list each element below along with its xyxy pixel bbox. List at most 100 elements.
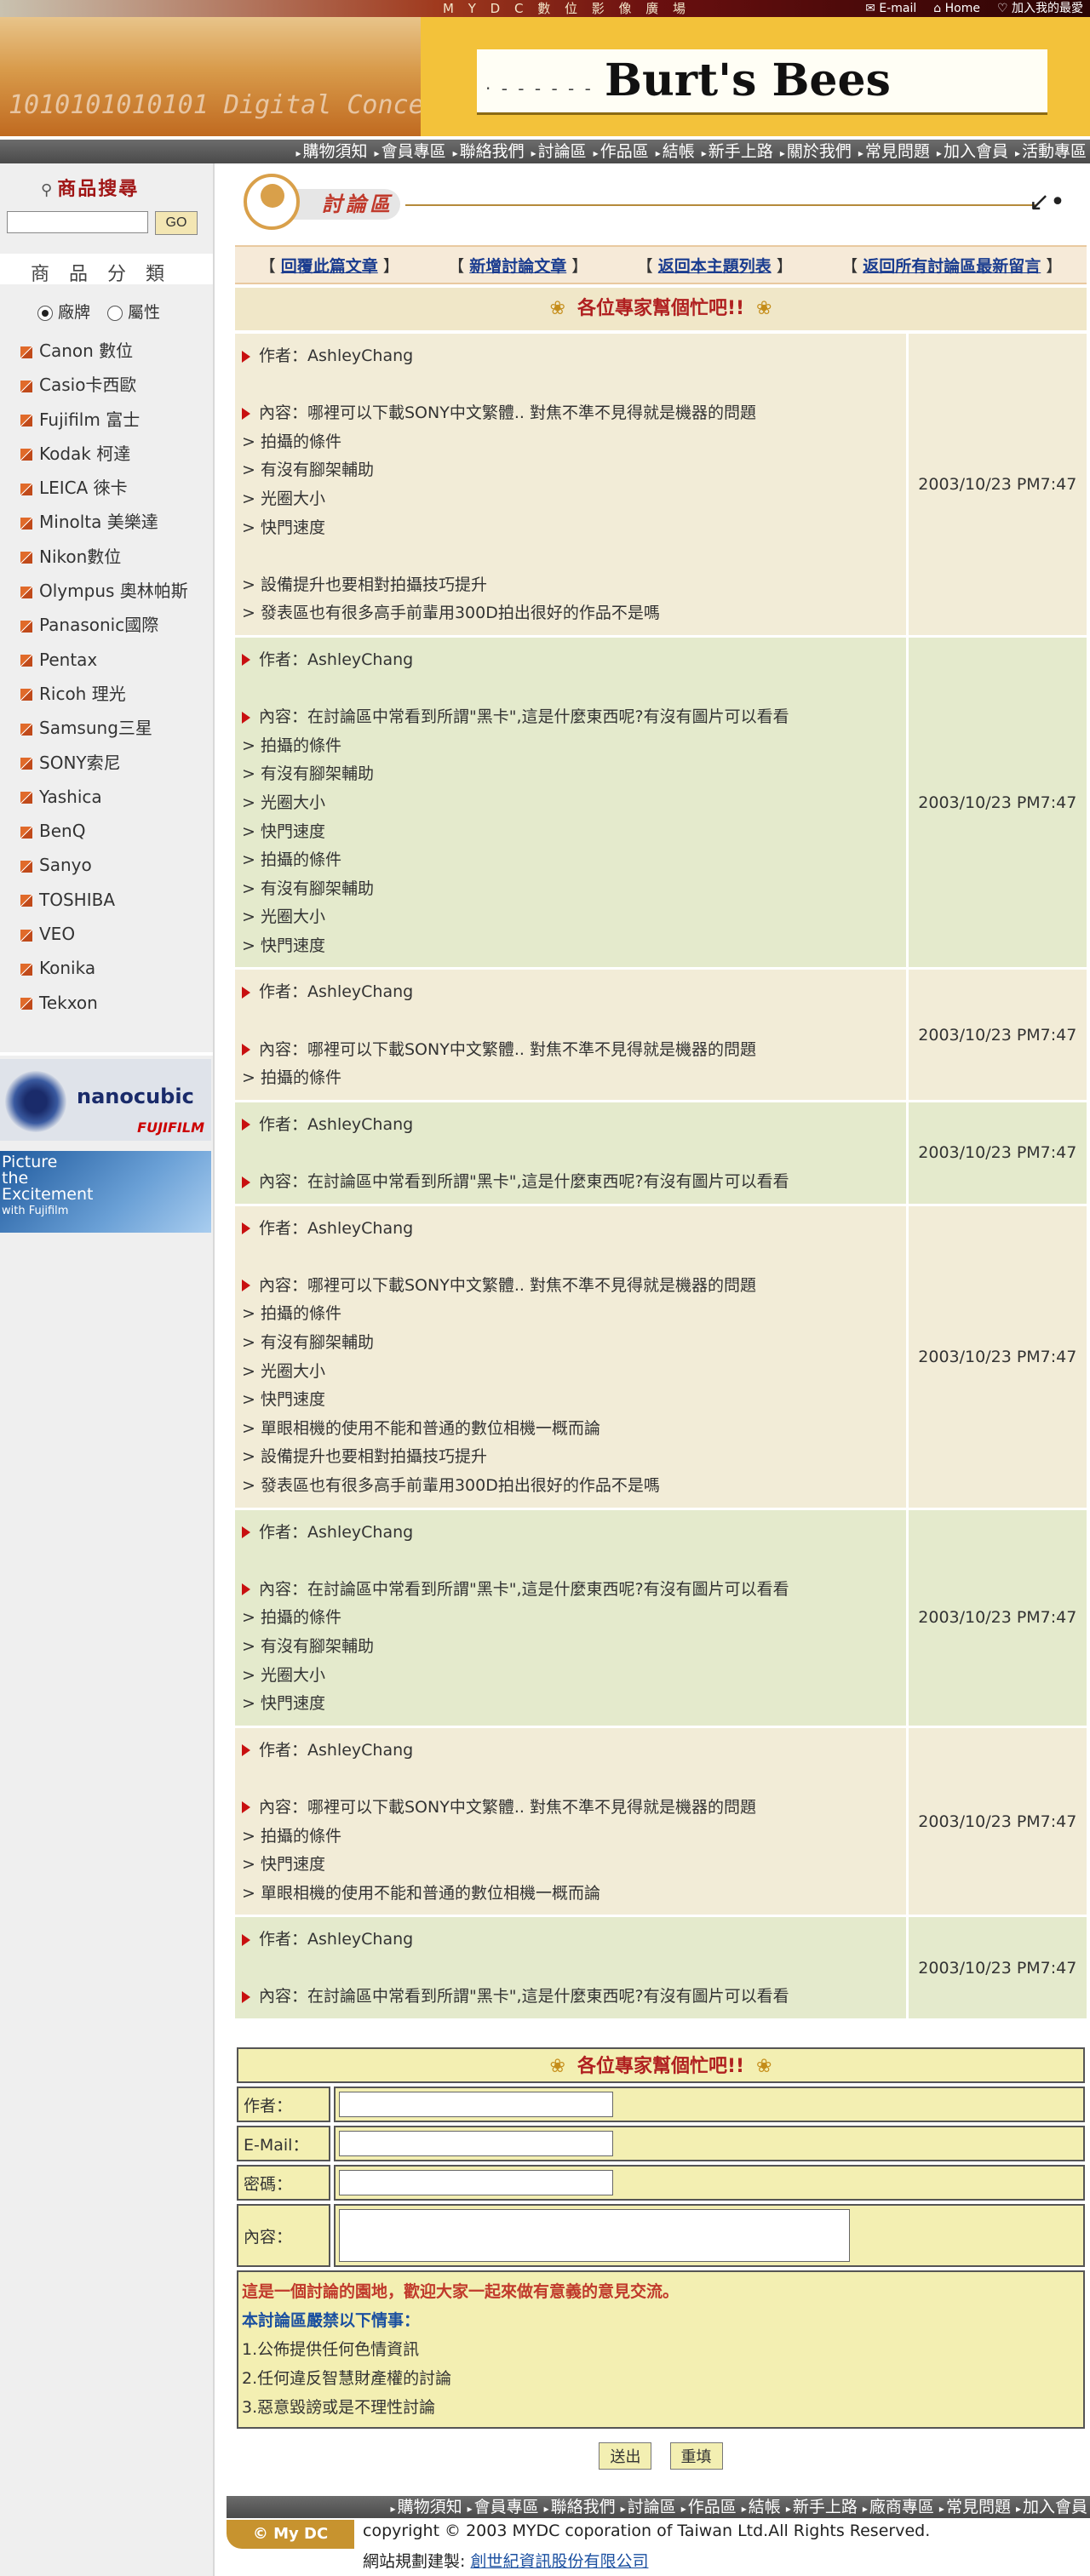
triangle-bullet-icon	[242, 1526, 250, 1539]
filter-radios: 廠牌 屬性	[37, 300, 160, 323]
fujifilm-ad[interactable]: Picture the Excitement with Fujifilm	[0, 1151, 211, 1233]
nav-item[interactable]: 購物須知	[292, 140, 370, 163]
home-icon: ⌂	[933, 2, 942, 15]
brand-item[interactable]: Pentax	[20, 643, 188, 677]
email-input[interactable]	[339, 2131, 613, 2156]
footer-logo: © My DC	[227, 2520, 354, 2549]
brand-item[interactable]: Ricoh 理光	[20, 677, 188, 711]
brand-item[interactable]: LEICA 徠卡	[20, 471, 188, 505]
form-title: ❀ 各位專家幫個忙吧!! ❀	[237, 2047, 1085, 2083]
post-line	[242, 371, 906, 400]
nav-item[interactable]: 關於我們	[777, 140, 855, 163]
post-line: > 拍攝的條件	[242, 1608, 341, 1628]
brand-item[interactable]: VEO	[20, 917, 188, 951]
password-row: 密碼：	[237, 2165, 1085, 2201]
brand-item[interactable]: BenQ	[20, 814, 188, 848]
brand-item[interactable]: TOSHIBA	[20, 883, 188, 917]
triangle-bullet-icon	[242, 1801, 250, 1814]
reply-form: ❀ 各位專家幫個忙吧!! ❀ 作者： E-Mail： 密碼： 內容： 這是一個討論的…	[237, 2047, 1085, 2470]
brand-item[interactable]: Casio卡西歐	[20, 368, 188, 402]
footer-nav-item[interactable]: 加入會員	[1013, 2496, 1090, 2518]
radio-brand[interactable]: 廠牌	[37, 300, 90, 323]
bullet-icon	[20, 689, 32, 701]
password-input[interactable]	[339, 2170, 613, 2195]
radio-attribute[interactable]: 屬性	[107, 300, 160, 323]
content-textarea[interactable]	[339, 2209, 850, 2262]
submit-button[interactable]: 送出	[599, 2442, 652, 2470]
footer-nav-item[interactable]: 廠商專區	[860, 2496, 937, 2518]
footer-nav-item[interactable]: 聯絡我們	[542, 2496, 618, 2518]
post-line	[242, 1139, 906, 1168]
post-line: 內容：在討論區中常看到所謂"黑卡",這是什麼東西呢?有沒有圖片可以看看	[242, 1983, 906, 2012]
post-line: > 有沒有腳架輔助	[242, 879, 374, 898]
brand-item[interactable]: Minolta 美樂達	[20, 505, 188, 539]
nav-item[interactable]: 新手上路	[698, 140, 777, 163]
nav-item[interactable]: 結帳	[652, 140, 698, 163]
post-line: 內容：在討論區中常看到所謂"黑卡",這是什麼東西呢?有沒有圖片可以看看	[242, 1168, 906, 1197]
post-row: 作者：AshleyChang 內容：在討論區中常看到所謂"黑卡",這是什麼東西呢?…	[235, 1509, 1087, 1728]
favorite-link[interactable]: ♡ 加入我的最愛	[997, 0, 1083, 17]
nanocubic-ad[interactable]: nanocubic FUJIFILM	[0, 1059, 211, 1141]
brand-item[interactable]: Konika	[20, 951, 188, 985]
post-body: 作者：AshleyChang 內容：哪裡可以下載SONY中文繁體.. 對焦不準不見…	[235, 970, 906, 1099]
brand-item[interactable]: Panasonic國際	[20, 608, 188, 642]
arrow-icon: ↙•	[1029, 187, 1065, 217]
back-to-topics-link[interactable]: 【返回本主題列表】	[637, 254, 793, 277]
brand-list: Canon 數位 Casio卡西歐 Fujifilm 富士 Kodak 柯達 L…	[20, 334, 188, 1020]
go-button[interactable]: GO	[155, 211, 198, 235]
brand-item[interactable]: Fujifilm 富士	[20, 403, 188, 437]
nav-item[interactable]: 會員專區	[371, 140, 450, 163]
user-icon	[244, 174, 300, 230]
post-line	[242, 1547, 906, 1576]
footer-nav-item[interactable]: 常見問題	[937, 2496, 1013, 2518]
burts-bees-ad[interactable]: · - - - - - - Burt's Bees	[421, 17, 1090, 136]
email-label: E-Mail：	[237, 2126, 330, 2161]
search-icon: ⚲	[41, 181, 54, 199]
footer-nav-item[interactable]: 結帳	[739, 2496, 783, 2518]
reset-button[interactable]: 重填	[669, 2442, 723, 2470]
post-line: > 光圈大小	[242, 489, 325, 508]
brand-item[interactable]: Olympus 奧林帕斯	[20, 574, 188, 608]
post-line: > 拍攝的條件	[242, 1304, 341, 1324]
footer-nav-item[interactable]: 作品區	[679, 2496, 739, 2518]
brand-item[interactable]: Yashica	[20, 780, 188, 814]
new-topic-link[interactable]: 【新增討論文章】	[448, 254, 588, 277]
footer-nav-item[interactable]: 新手上路	[783, 2496, 860, 2518]
brand-item[interactable]: Kodak 柯達	[20, 437, 188, 471]
brand-text: M Y D C 數 位 影 像 廣 場	[443, 1, 691, 16]
nav-item[interactable]: 作品區	[590, 140, 652, 163]
footer-nav-item[interactable]: 討論區	[618, 2496, 679, 2518]
author-input[interactable]	[339, 2092, 613, 2117]
author-row: 作者：	[237, 2087, 1085, 2122]
reply-link[interactable]: 【回覆此篇文章】	[260, 254, 399, 277]
back-to-latest-link[interactable]: 【返回所有討論區最新留言】	[841, 254, 1062, 277]
brand-bar: M Y D C 數 位 影 像 廣 場 ✉ E-mail ⌂ Home ♡ 加入…	[0, 0, 1090, 17]
nav-item[interactable]: 加入會員	[933, 140, 1012, 163]
post-row: 作者：AshleyChang 內容：哪裡可以下載SONY中文繁體.. 對焦不準不見…	[235, 1205, 1087, 1510]
company-link[interactable]: 創世紀資訊股份有限公司	[470, 2552, 648, 2571]
post-author: 作者：AshleyChang	[242, 1519, 906, 1548]
radio-unchecked-icon	[107, 305, 123, 321]
triangle-bullet-icon	[242, 1119, 250, 1131]
footer-nav-item[interactable]: 會員專區	[465, 2496, 542, 2518]
brand-item[interactable]: Canon 數位	[20, 334, 188, 368]
nav-item[interactable]: 常見問題	[855, 140, 933, 163]
post-author: 作者：AshleyChang	[242, 978, 906, 1007]
nav-item[interactable]: 活動專區	[1012, 140, 1090, 163]
home-link[interactable]: ⌂ Home	[933, 0, 980, 17]
search-input[interactable]	[7, 211, 148, 233]
post-body: 作者：AshleyChang 內容：在討論區中常看到所謂"黑卡",這是什麼東西呢?…	[235, 1102, 906, 1204]
brand-item[interactable]: SONY索尼	[20, 746, 188, 780]
post-body: 作者：AshleyChang 內容：哪裡可以下載SONY中文繁體.. 對焦不準不見…	[235, 1728, 906, 1915]
heart-icon: ♡	[996, 2, 1008, 15]
footer-nav-item[interactable]: 購物須知	[388, 2496, 465, 2518]
brand-item[interactable]: Sanyo	[20, 848, 188, 882]
nav-item[interactable]: 討論區	[528, 140, 590, 163]
post-body: 作者：AshleyChang 內容：哪裡可以下載SONY中文繁體.. 對焦不準不見…	[235, 334, 906, 635]
brand-item[interactable]: Samsung三星	[20, 711, 188, 745]
email-link[interactable]: ✉ E-mail	[865, 0, 916, 17]
brand-item[interactable]: Tekxon	[20, 986, 188, 1020]
post-line: > 拍攝的條件	[242, 432, 341, 451]
brand-item[interactable]: Nikon數位	[20, 540, 188, 574]
nav-item[interactable]: 聯絡我們	[450, 140, 528, 163]
